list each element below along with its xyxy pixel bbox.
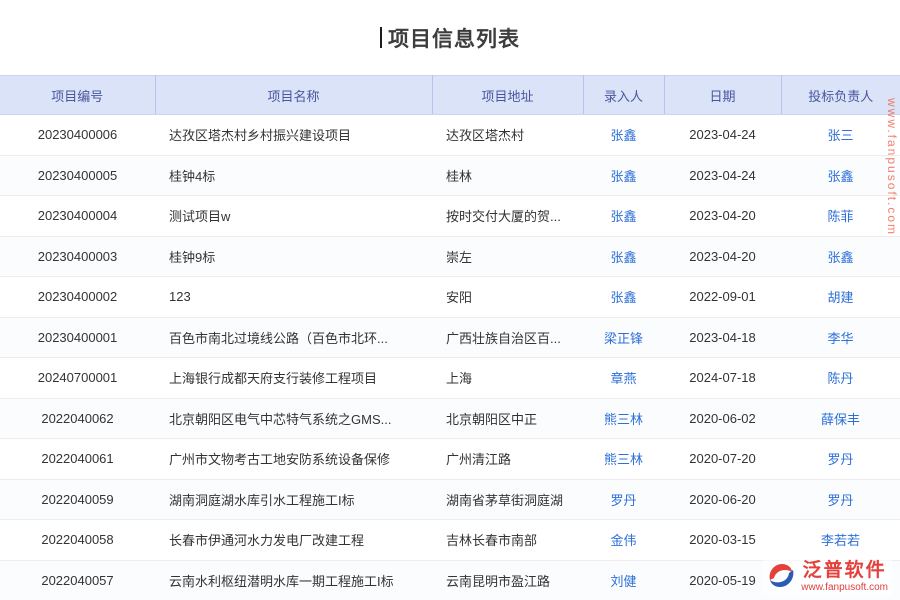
table-header-row: 项目编号项目名称项目地址录入人日期投标负责人 xyxy=(0,76,900,115)
cell-address: 广西壮族自治区百... xyxy=(432,317,583,358)
cell-bid_manager[interactable]: 罗丹 xyxy=(781,439,900,480)
cell-number: 20240700001 xyxy=(0,358,155,399)
cell-name: 长春市伊通河水力发电厂改建工程 xyxy=(155,520,432,561)
cell-bid_manager[interactable]: 李若若 xyxy=(781,520,900,561)
cell-date: 2020-03-15 xyxy=(664,520,781,561)
cell-bid_manager[interactable]: 陈丹 xyxy=(781,358,900,399)
cell-date: 2023-04-20 xyxy=(664,236,781,277)
cell-name: 北京朝阳区电气中芯特气系统之GMS... xyxy=(155,398,432,439)
cell-entered_by[interactable]: 张鑫 xyxy=(583,236,664,277)
column-header-entered_by: 录入人 xyxy=(583,76,664,115)
cell-entered_by[interactable]: 熊三林 xyxy=(583,398,664,439)
cell-date: 2023-04-18 xyxy=(664,317,781,358)
cell-name: 广州市文物考古工地安防系统设备保修 xyxy=(155,439,432,480)
cell-date: 2023-04-24 xyxy=(664,155,781,196)
cell-date: 2023-04-24 xyxy=(664,115,781,156)
cell-name: 上海银行成都天府支行装修工程项目 xyxy=(155,358,432,399)
cell-number: 2022040061 xyxy=(0,439,155,480)
column-header-address: 项目地址 xyxy=(432,76,583,115)
cell-entered_by[interactable]: 张鑫 xyxy=(583,196,664,237)
cell-name: 湖南洞庭湖水库引水工程施工I标 xyxy=(155,479,432,520)
table-row[interactable]: 20230400001百色市南北过境线公路（百色市北环...广西壮族自治区百..… xyxy=(0,317,900,358)
cell-address: 吉林长春市南部 xyxy=(432,520,583,561)
cell-bid_manager[interactable]: 张鑫 xyxy=(781,155,900,196)
table-row[interactable]: 20230400004测试项目w按时交付大厦的贺...张鑫2023-04-20陈… xyxy=(0,196,900,237)
cell-entered_by[interactable]: 张鑫 xyxy=(583,155,664,196)
table-row[interactable]: 20230400005桂钟4标桂林张鑫2023-04-24张鑫 xyxy=(0,155,900,196)
cell-name: 桂钟9标 xyxy=(155,236,432,277)
cell-name: 云南水利枢纽潜明水库一期工程施工I标 xyxy=(155,560,432,600)
cell-bid_manager[interactable]: 胡建 xyxy=(781,277,900,318)
cell-bid_manager[interactable]: 陈菲 xyxy=(781,196,900,237)
watermark: 泛普软件 www.fanpusoft.com xyxy=(762,558,892,595)
cell-date: 2024-07-18 xyxy=(664,358,781,399)
watermark-brand: 泛普软件 xyxy=(803,560,887,582)
cell-address: 云南昆明市盈江路 xyxy=(432,560,583,600)
cell-number: 2022040059 xyxy=(0,479,155,520)
cell-number: 20230400004 xyxy=(0,196,155,237)
cell-bid_manager[interactable]: 罗丹 xyxy=(781,479,900,520)
table-row[interactable]: 20240700001上海银行成都天府支行装修工程项目上海章燕2024-07-1… xyxy=(0,358,900,399)
table-row[interactable]: 20230400006达孜区塔杰村乡村振兴建设项目达孜区塔杰村张鑫2023-04… xyxy=(0,115,900,156)
cell-date: 2020-06-02 xyxy=(664,398,781,439)
cell-number: 2022040057 xyxy=(0,560,155,600)
cell-address: 达孜区塔杰村 xyxy=(432,115,583,156)
cell-name: 123 xyxy=(155,277,432,318)
page-header: 项目信息列表 xyxy=(0,0,900,75)
watermark-text: 泛普软件 www.fanpusoft.com xyxy=(801,560,888,593)
cell-address: 按时交付大厦的贺... xyxy=(432,196,583,237)
column-header-name: 项目名称 xyxy=(155,76,432,115)
cell-entered_by[interactable]: 章燕 xyxy=(583,358,664,399)
cell-address: 安阳 xyxy=(432,277,583,318)
cell-entered_by[interactable]: 金伟 xyxy=(583,520,664,561)
cell-bid_manager[interactable]: 薛保丰 xyxy=(781,398,900,439)
table-row[interactable]: 2022040061广州市文物考古工地安防系统设备保修广州清江路熊三林2020-… xyxy=(0,439,900,480)
table-row[interactable]: 20230400003桂钟9标崇左张鑫2023-04-20张鑫 xyxy=(0,236,900,277)
cell-entered_by[interactable]: 梁正锋 xyxy=(583,317,664,358)
cell-name: 桂钟4标 xyxy=(155,155,432,196)
cell-name: 达孜区塔杰村乡村振兴建设项目 xyxy=(155,115,432,156)
cell-name: 百色市南北过境线公路（百色市北环... xyxy=(155,317,432,358)
cell-address: 广州清江路 xyxy=(432,439,583,480)
fanpu-logo-icon xyxy=(766,560,796,590)
column-header-bid_manager: 投标负责人 xyxy=(781,76,900,115)
cell-entered_by[interactable]: 张鑫 xyxy=(583,115,664,156)
cell-number: 2022040058 xyxy=(0,520,155,561)
column-header-date: 日期 xyxy=(664,76,781,115)
cell-entered_by[interactable]: 刘健 xyxy=(583,560,664,600)
cell-entered_by[interactable]: 熊三林 xyxy=(583,439,664,480)
cell-entered_by[interactable]: 罗丹 xyxy=(583,479,664,520)
cell-address: 桂林 xyxy=(432,155,583,196)
cell-name: 测试项目w xyxy=(155,196,432,237)
table-row[interactable]: 2022040059湖南洞庭湖水库引水工程施工I标湖南省茅草街洞庭湖罗丹2020… xyxy=(0,479,900,520)
cell-number: 20230400006 xyxy=(0,115,155,156)
table-row[interactable]: 20230400002123安阳张鑫2022-09-01胡建 xyxy=(0,277,900,318)
cell-number: 2022040062 xyxy=(0,398,155,439)
cell-number: 20230400003 xyxy=(0,236,155,277)
column-header-number: 项目编号 xyxy=(0,76,155,115)
cell-date: 2020-07-20 xyxy=(664,439,781,480)
cell-bid_manager[interactable]: 张三 xyxy=(781,115,900,156)
table-row[interactable]: 2022040062北京朝阳区电气中芯特气系统之GMS...北京朝阳区中正熊三林… xyxy=(0,398,900,439)
page-title: 项目信息列表 xyxy=(388,23,520,53)
cell-address: 崇左 xyxy=(432,236,583,277)
project-table: 项目编号项目名称项目地址录入人日期投标负责人 20230400006达孜区塔杰村… xyxy=(0,75,900,600)
cell-address: 湖南省茅草街洞庭湖 xyxy=(432,479,583,520)
cell-bid_manager[interactable]: 张鑫 xyxy=(781,236,900,277)
table-row[interactable]: 2022040058长春市伊通河水力发电厂改建工程吉林长春市南部金伟2020-0… xyxy=(0,520,900,561)
cell-date: 2020-06-20 xyxy=(664,479,781,520)
cell-number: 20230400001 xyxy=(0,317,155,358)
watermark-url: www.fanpusoft.com xyxy=(801,582,888,593)
table-body: 20230400006达孜区塔杰村乡村振兴建设项目达孜区塔杰村张鑫2023-04… xyxy=(0,115,900,600)
cell-date: 2022-09-01 xyxy=(664,277,781,318)
project-info-page: 项目信息列表 项目编号项目名称项目地址录入人日期投标负责人 2023040000… xyxy=(0,0,900,600)
cell-entered_by[interactable]: 张鑫 xyxy=(583,277,664,318)
cell-number: 20230400002 xyxy=(0,277,155,318)
cell-address: 上海 xyxy=(432,358,583,399)
cell-bid_manager[interactable]: 李华 xyxy=(781,317,900,358)
text-cursor xyxy=(380,27,382,48)
cell-address: 北京朝阳区中正 xyxy=(432,398,583,439)
cell-number: 20230400005 xyxy=(0,155,155,196)
cell-date: 2023-04-20 xyxy=(664,196,781,237)
